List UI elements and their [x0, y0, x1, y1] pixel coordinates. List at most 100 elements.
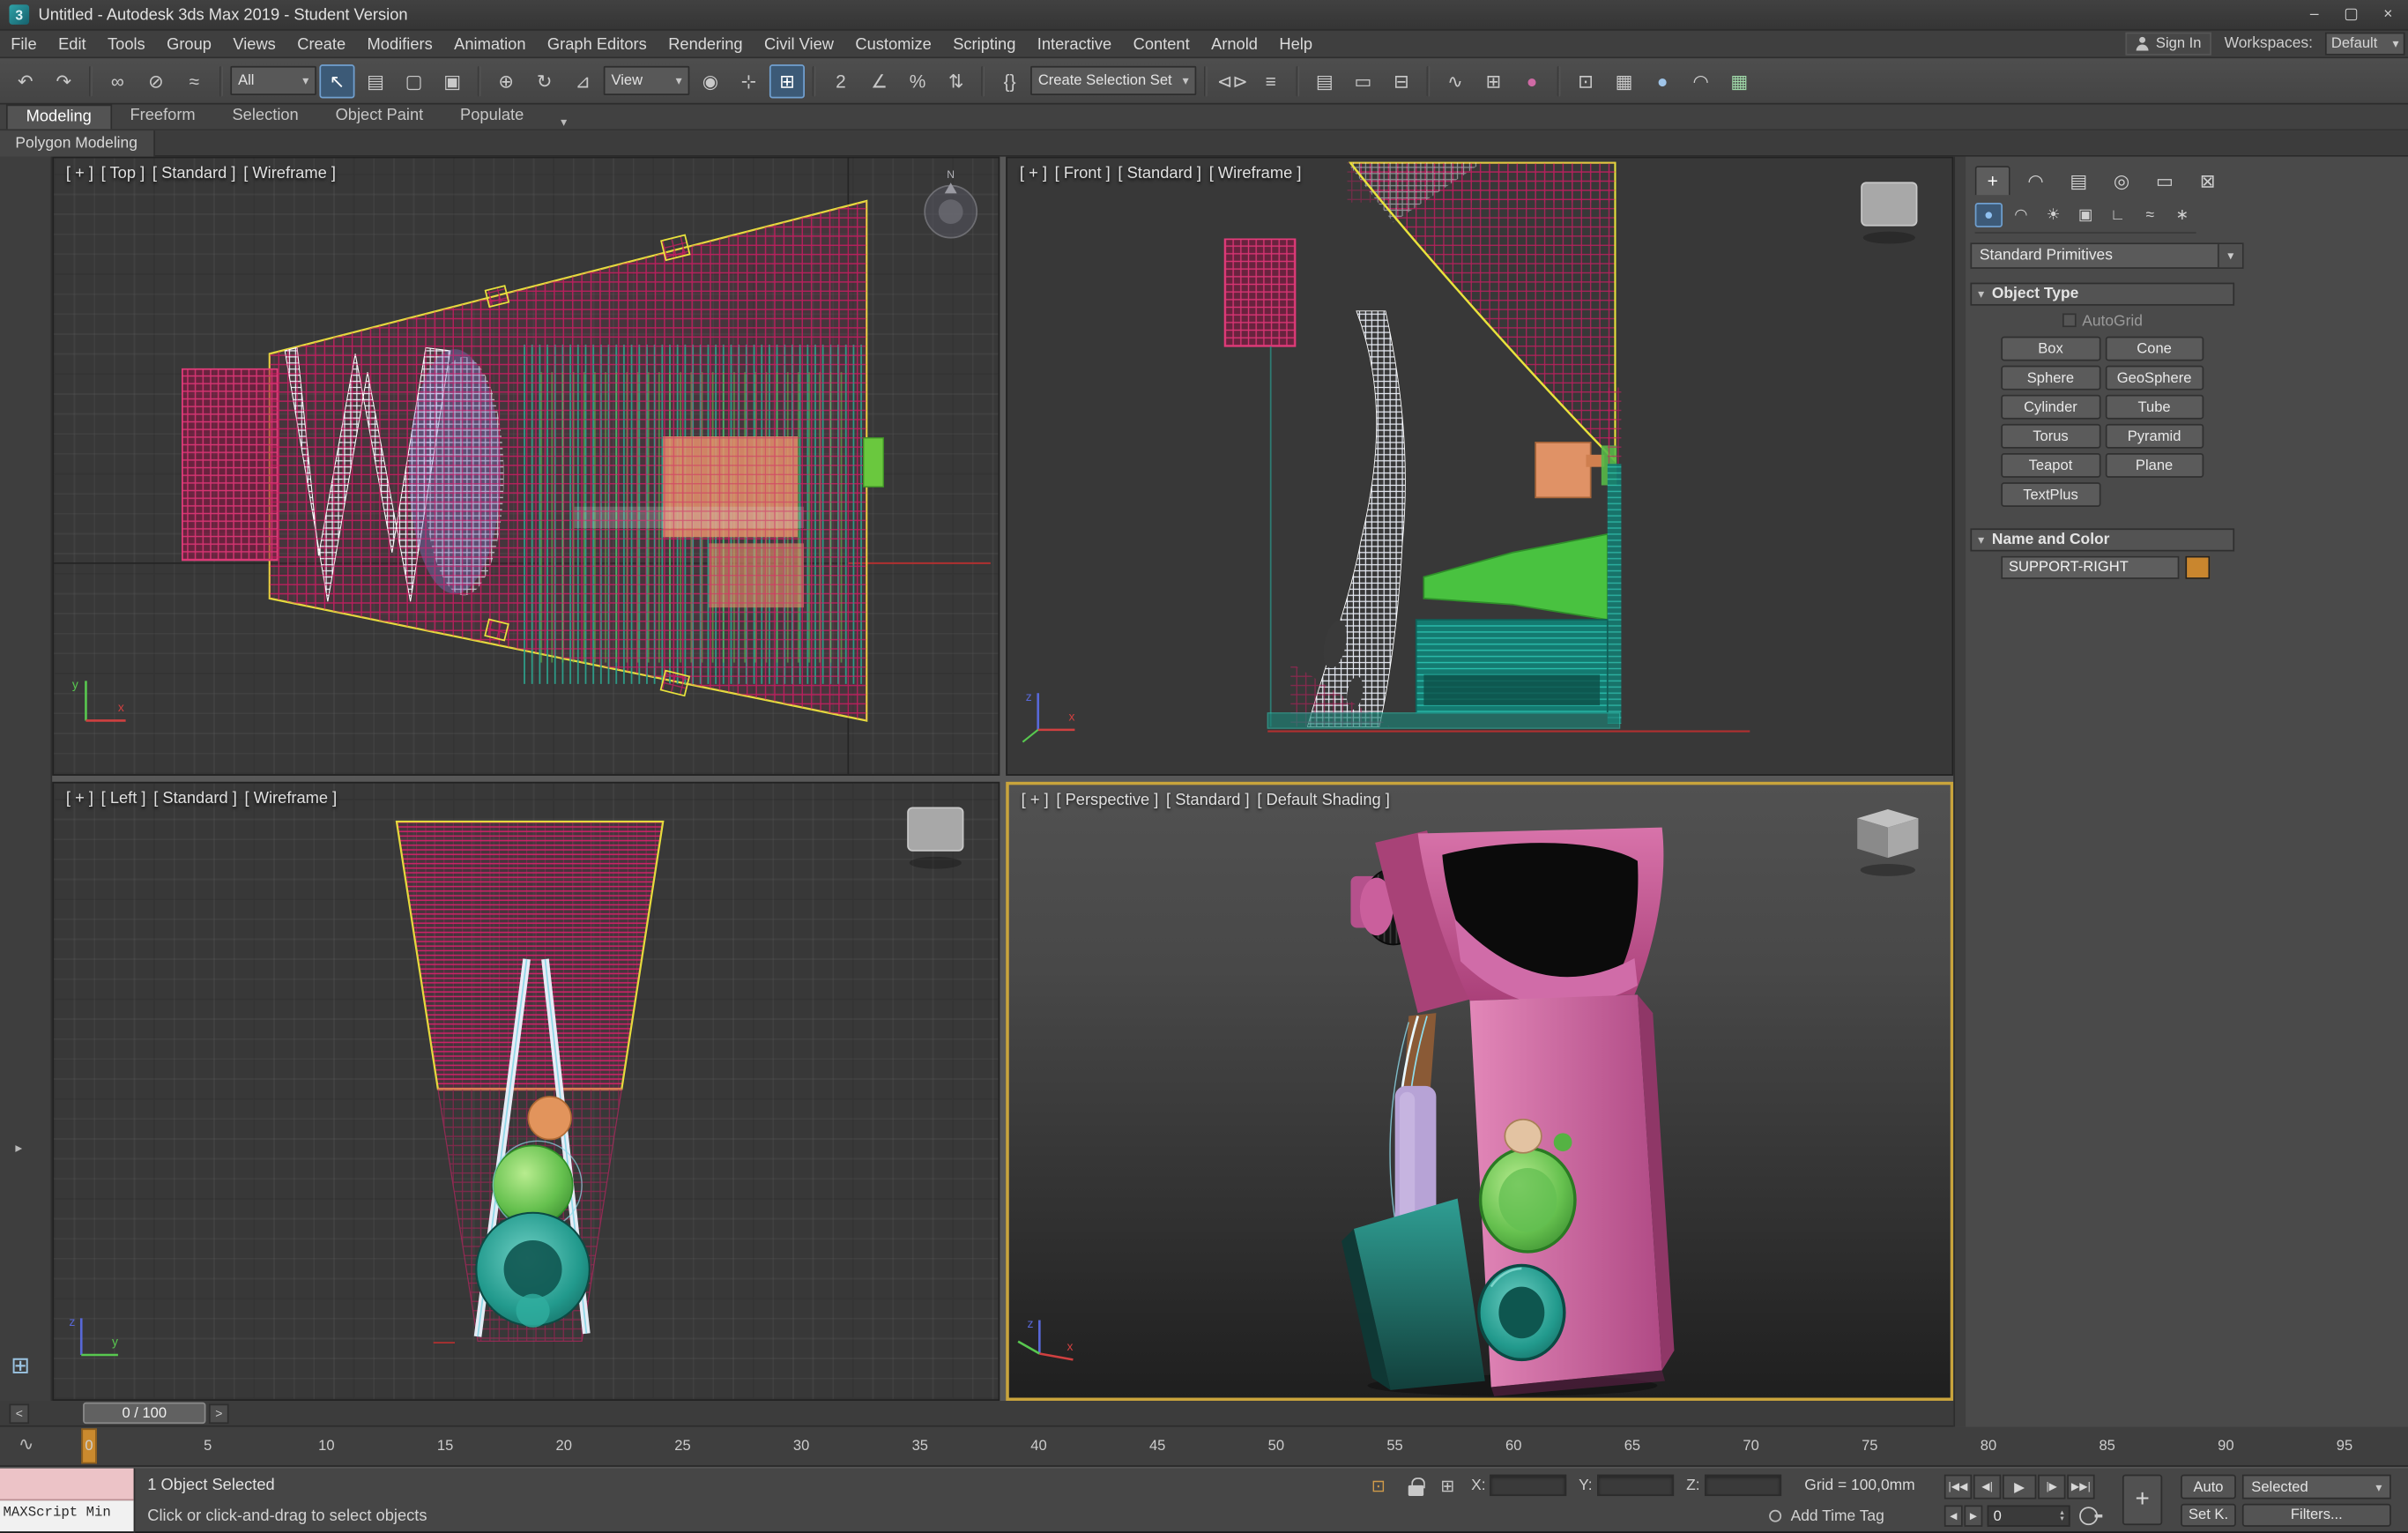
object-type-button[interactable]: Teapot	[2001, 453, 2100, 478]
viewport-left[interactable]: z y [ + ] [ Left ] [ Standard ] [ Wirefr…	[52, 782, 1000, 1401]
next-frame-nudge[interactable]: >	[209, 1404, 229, 1425]
align-icon[interactable]: ≡	[1253, 63, 1289, 97]
track-bar[interactable]: ∿ 05101520253035404550556065707580859095	[0, 1427, 2408, 1467]
ribbon-tab[interactable]: Selection	[214, 104, 317, 129]
object-type-button[interactable]: GeoSphere	[2105, 366, 2204, 391]
menu-item[interactable]: Interactive	[1027, 30, 1123, 57]
viewport-general-menu[interactable]: [ + ]	[1022, 791, 1049, 809]
key-mode-toggle-icon[interactable]	[2079, 1507, 2098, 1525]
geometry-category-icon[interactable]: ●	[1975, 203, 2003, 227]
workspaces-dropdown[interactable]: Default	[2325, 33, 2405, 56]
object-type-button[interactable]: Plane	[2105, 453, 2204, 478]
viewcube[interactable]	[908, 807, 963, 868]
motion-tab-icon[interactable]: ◎	[2104, 166, 2139, 195]
select-and-manipulate-icon[interactable]: ⊹	[731, 63, 766, 97]
menu-item[interactable]: Animation	[443, 30, 537, 57]
viewport-front-canvas[interactable]: z x	[1007, 158, 1952, 774]
go-to-end-button[interactable]: ▶▶|	[2067, 1475, 2094, 1500]
viewport-standard-menu[interactable]: [ Standard ]	[1166, 791, 1250, 809]
close-button[interactable]: ×	[2377, 6, 2398, 23]
layer-explorer-icon[interactable]: ▤	[1307, 63, 1342, 97]
key-filter-selected-dropdown[interactable]: Selected	[2242, 1475, 2391, 1500]
viewport-top[interactable]: N y x [ + ] [ Top ] [ Standard ] [ Wiref…	[52, 157, 1000, 776]
viewport-shading-menu[interactable]: [ Default Shading ]	[1257, 791, 1390, 809]
systems-category-icon[interactable]: ∗	[2168, 203, 2196, 227]
helpers-category-icon[interactable]: ∟	[2104, 203, 2131, 227]
object-type-button[interactable]: Box	[2001, 337, 2100, 361]
object-type-button[interactable]: Tube	[2105, 395, 2204, 420]
menu-item[interactable]: Edit	[48, 30, 97, 57]
unlink-selection-icon[interactable]: ⊘	[138, 63, 174, 97]
panel-splitter[interactable]	[1953, 157, 1966, 1427]
viewport-perspective-canvas[interactable]: z x	[1009, 785, 1951, 1397]
viewport-standard-menu[interactable]: [ Standard ]	[1118, 164, 1201, 182]
mini-curve-editor-button[interactable]: ∿	[19, 1433, 34, 1455]
viewport-pov-menu[interactable]: [ Front ]	[1055, 164, 1111, 182]
viewport-front[interactable]: z x [ + ] [ Front ] [ Standard ] [ Wiref…	[1006, 157, 1953, 776]
edit-named-selection-sets-icon[interactable]: {}	[992, 63, 1028, 97]
time-slider[interactable]: < 0 / 100 >	[0, 1401, 1953, 1427]
viewcube[interactable]	[1857, 809, 1918, 876]
minimize-button[interactable]: –	[2304, 6, 2325, 23]
viewport-general-menu[interactable]: [ + ]	[66, 164, 93, 182]
primitive-family-dropdown[interactable]: Standard Primitives	[1970, 242, 2243, 269]
space-warps-category-icon[interactable]: ≈	[2137, 203, 2164, 227]
current-frame-field[interactable]: 0 ▴▾	[1988, 1506, 2070, 1527]
select-and-move-icon[interactable]: ⊕	[488, 63, 524, 97]
object-type-button[interactable]: Cylinder	[2001, 395, 2100, 420]
viewport-general-menu[interactable]: [ + ]	[66, 790, 93, 808]
viewport-pov-menu[interactable]: [ Left ]	[101, 790, 146, 808]
autogrid-checkbox[interactable]	[2062, 313, 2077, 327]
object-color-swatch[interactable]	[2185, 556, 2210, 579]
snaps-toggle-2d-icon[interactable]: 2	[823, 63, 858, 97]
next-frame-button[interactable]: |▶	[2038, 1475, 2065, 1500]
render-setup-icon[interactable]: ⊡	[1568, 63, 1603, 97]
menu-item[interactable]: Civil View	[754, 30, 844, 57]
window-crossing-toggle-icon[interactable]: ▣	[435, 63, 470, 97]
viewport-general-menu[interactable]: [ + ]	[1020, 164, 1047, 182]
viewport-shading-menu[interactable]: [ Wireframe ]	[245, 790, 338, 808]
rectangular-selection-region-icon[interactable]: ▢	[397, 63, 432, 97]
viewport-top-canvas[interactable]: N y x	[54, 158, 999, 774]
angle-snap-icon[interactable]: ∠	[861, 63, 896, 97]
named-selection-sets-dropdown[interactable]: Create Selection Set	[1030, 66, 1196, 95]
isolate-selection-icon[interactable]: ⊡	[1371, 1476, 1386, 1496]
use-pivot-point-icon[interactable]: ◉	[693, 63, 728, 97]
layout-flyout-button[interactable]: ▸	[15, 1140, 22, 1157]
viewport-standard-menu[interactable]: [ Standard ]	[152, 164, 236, 182]
object-type-button[interactable]: Cone	[2105, 337, 2204, 361]
viewcube[interactable]	[1862, 182, 1917, 243]
select-and-rotate-icon[interactable]: ↻	[527, 63, 562, 97]
viewport-shading-menu[interactable]: [ Wireframe ]	[1209, 164, 1302, 182]
menu-item[interactable]: Create	[286, 30, 356, 57]
material-editor-icon[interactable]: ●	[1514, 63, 1550, 97]
percent-snap-icon[interactable]: %	[900, 63, 935, 97]
object-type-rollout-header[interactable]: Object Type	[1970, 283, 2234, 306]
viewport-shading-menu[interactable]: [ Wireframe ]	[243, 164, 336, 182]
menu-item[interactable]: Rendering	[658, 30, 754, 57]
maxscript-mini-listener[interactable]: MAXScript Min	[0, 1469, 135, 1533]
ribbon-config-dropdown[interactable]: ▾	[552, 115, 576, 130]
speaker-top-wireframe[interactable]	[182, 201, 883, 720]
redo-icon[interactable]: ↷	[46, 63, 81, 97]
previous-frame-nudge[interactable]: <	[9, 1404, 29, 1425]
name-color-rollout-header[interactable]: Name and Color	[1970, 528, 2234, 551]
ribbon-tab[interactable]: Populate	[442, 104, 542, 129]
previous-frame-button[interactable]: ◀|	[1973, 1475, 2001, 1500]
object-type-button[interactable]: Pyramid	[2105, 424, 2204, 449]
menu-item[interactable]: Help	[1268, 30, 1323, 57]
time-slider-handle[interactable]: 0 / 100	[83, 1403, 205, 1424]
lights-category-icon[interactable]: ☀	[2040, 203, 2067, 227]
cameras-category-icon[interactable]: ▣	[2071, 203, 2099, 227]
ribbon-tab[interactable]: Freeform	[112, 104, 214, 129]
object-type-button[interactable]: Sphere	[2001, 366, 2100, 391]
reference-coordinate-dropdown[interactable]: View	[604, 66, 690, 95]
set-key-button[interactable]: Set K.	[2181, 1504, 2236, 1527]
speaker-left-wireframe[interactable]	[397, 822, 663, 1343]
menu-item[interactable]: Modifiers	[356, 30, 443, 57]
bind-to-space-warp-icon[interactable]: ≈	[176, 63, 212, 97]
menu-item[interactable]: Customize	[844, 30, 942, 57]
select-by-name-icon[interactable]: ▤	[358, 63, 393, 97]
selection-filter-dropdown[interactable]: All	[230, 66, 316, 95]
go-to-start-button[interactable]: |◀◀	[1944, 1475, 1972, 1500]
